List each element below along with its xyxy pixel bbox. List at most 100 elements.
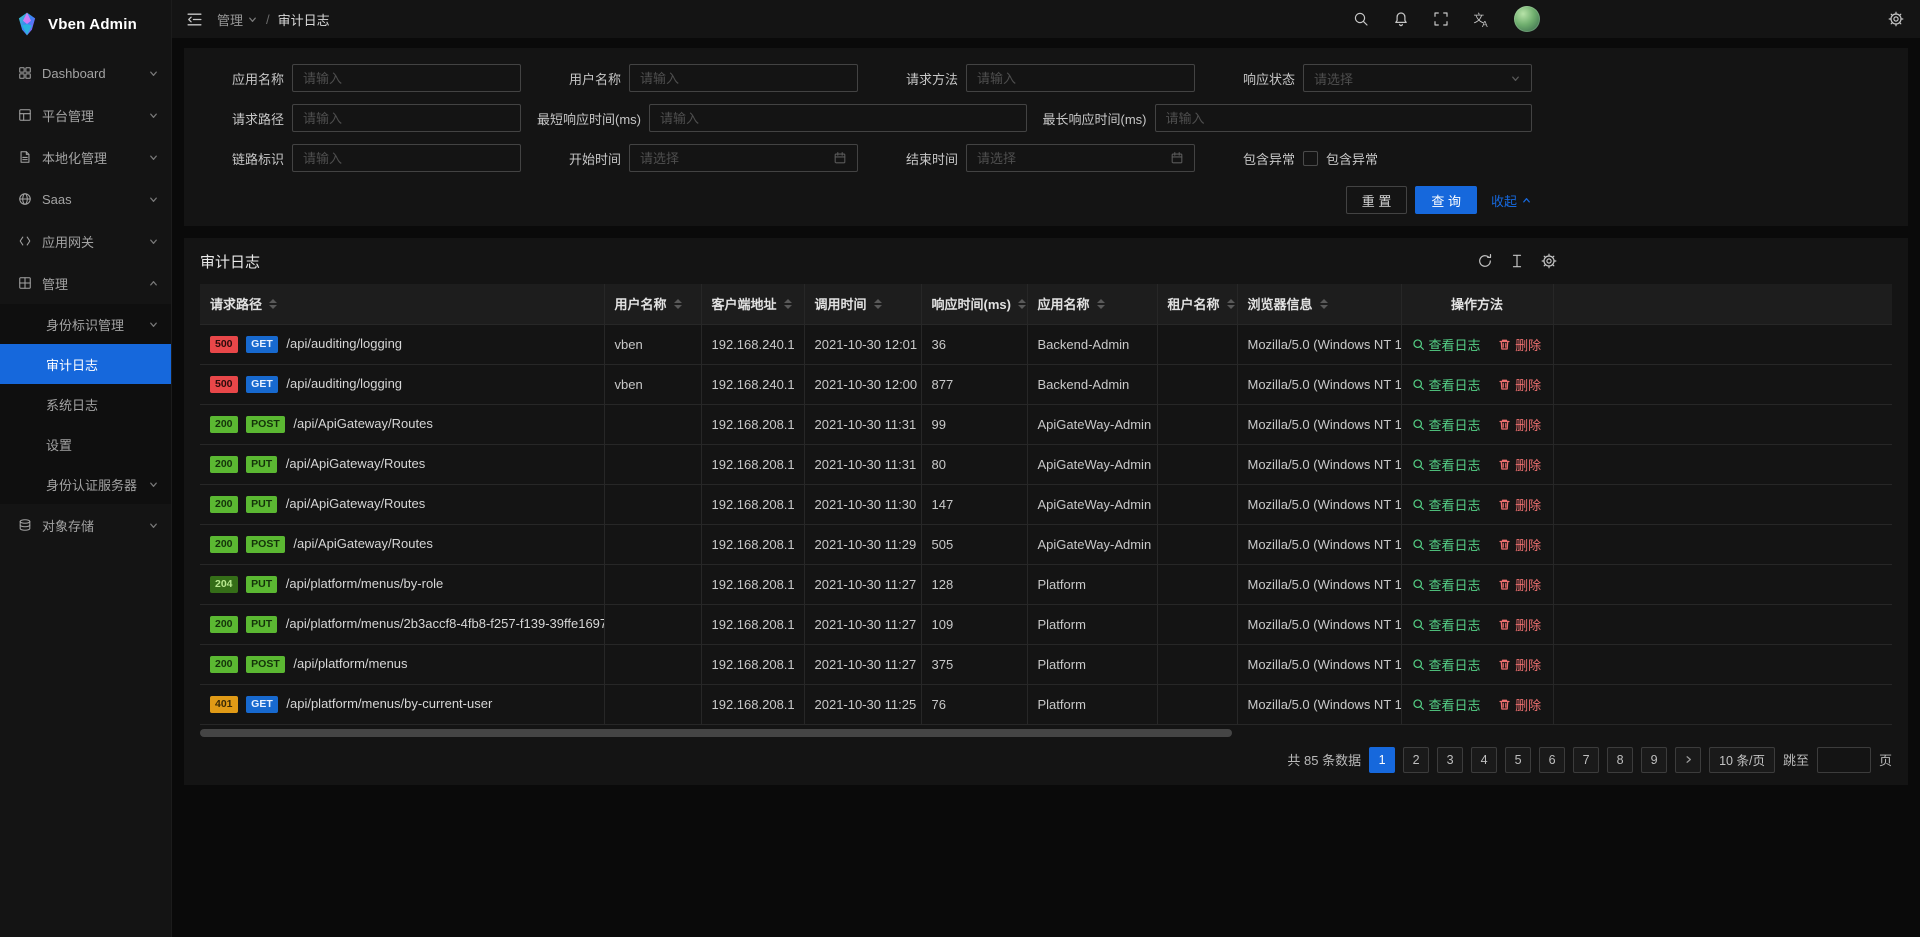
page-button-9[interactable]: 9 [1641, 747, 1667, 773]
view-log-button[interactable]: 查看日志 [1412, 655, 1481, 674]
view-log-button[interactable]: 查看日志 [1412, 575, 1481, 594]
sidebar-item-dashboard[interactable]: Dashboard [0, 52, 171, 94]
jump-input[interactable] [1817, 747, 1871, 773]
page-button-5[interactable]: 5 [1505, 747, 1531, 773]
table-row: 500 GET /api/auditing/loggingvben192.168… [200, 324, 1892, 364]
delete-button[interactable]: 删除 [1498, 415, 1541, 434]
bell-icon[interactable] [1393, 11, 1409, 27]
menu-fold-icon[interactable] [186, 11, 203, 28]
breadcrumb-parent[interactable]: 管理 [217, 10, 258, 29]
page-button-8[interactable]: 8 [1607, 747, 1633, 773]
sort-icon[interactable] [1097, 299, 1105, 309]
delete-button[interactable]: 删除 [1498, 655, 1541, 674]
page-button-6[interactable]: 6 [1539, 747, 1565, 773]
sort-icon[interactable] [1227, 299, 1235, 309]
search-button[interactable]: 查 询 [1415, 186, 1477, 214]
method-badge: PUT [246, 616, 277, 633]
sidebar-item-auth-server[interactable]: 身份认证服务器 [0, 464, 171, 504]
has-exception-checkbox[interactable] [1303, 151, 1318, 166]
view-log-button[interactable]: 查看日志 [1412, 495, 1481, 514]
delete-button[interactable]: 删除 [1498, 695, 1541, 714]
start-time-datepicker[interactable] [629, 144, 858, 172]
trace-id-input[interactable] [303, 151, 510, 166]
sort-icon[interactable] [674, 299, 682, 309]
delete-button[interactable]: 删除 [1498, 455, 1541, 474]
page-button-7[interactable]: 7 [1573, 747, 1599, 773]
sort-icon[interactable] [269, 299, 277, 309]
avatar[interactable] [1514, 6, 1540, 32]
delete-button[interactable]: 删除 [1498, 335, 1541, 354]
horizontal-scrollbar-thumb[interactable] [200, 729, 1232, 737]
column-header[interactable]: 应用名称 [1027, 284, 1157, 324]
column-header[interactable]: 请求路径 [200, 284, 604, 324]
fullscreen-icon[interactable] [1433, 11, 1449, 27]
page-button-2[interactable]: 2 [1403, 747, 1429, 773]
delete-button[interactable]: 删除 [1498, 495, 1541, 514]
request-path-input[interactable] [303, 111, 510, 126]
sidebar-item-audit-log[interactable]: 审计日志 [0, 344, 171, 384]
delete-button[interactable]: 删除 [1498, 575, 1541, 594]
max-response-time-field[interactable] [1155, 104, 1533, 132]
filler-cell [1553, 684, 1892, 724]
user-name-field[interactable] [629, 64, 858, 92]
delete-button[interactable]: 删除 [1498, 375, 1541, 394]
view-log-button[interactable]: 查看日志 [1412, 535, 1481, 554]
sidebar-item-platform[interactable]: 平台管理 [0, 94, 171, 136]
management-icon [18, 276, 32, 290]
reset-button[interactable]: 重 置 [1346, 186, 1408, 214]
settings-gear-icon[interactable] [1888, 11, 1904, 27]
column-header[interactable]: 浏览器信息 [1237, 284, 1401, 324]
column-header[interactable]: 用户名称 [604, 284, 701, 324]
sidebar-item-gateway[interactable]: 应用网关 [0, 220, 171, 262]
sort-icon[interactable] [1320, 299, 1328, 309]
delete-button[interactable]: 删除 [1498, 615, 1541, 634]
page-button-1[interactable]: 1 [1369, 747, 1395, 773]
sidebar-item-management[interactable]: 管理 [0, 262, 171, 304]
sort-icon[interactable] [784, 299, 792, 309]
max-response-time-input[interactable] [1166, 111, 1522, 126]
translate-icon[interactable]: 文A [1473, 11, 1490, 28]
page-size-select[interactable]: 10 条/页 [1709, 747, 1775, 773]
column-header[interactable]: 客户端地址 [701, 284, 804, 324]
next-page-button[interactable] [1675, 747, 1701, 773]
response-status-select[interactable]: 请选择 [1303, 64, 1532, 92]
sidebar-item-object-storage[interactable]: 对象存储 [0, 504, 171, 546]
request-method-input[interactable] [977, 71, 1184, 86]
logo[interactable]: Vben Admin [0, 0, 171, 48]
page-button-4[interactable]: 4 [1471, 747, 1497, 773]
sidebar-item-identity-management[interactable]: 身份标识管理 [0, 304, 171, 344]
min-response-time-field[interactable] [649, 104, 1027, 132]
min-response-time-input[interactable] [660, 111, 1016, 126]
trace-id-field[interactable] [292, 144, 521, 172]
column-header[interactable]: 调用时间 [804, 284, 921, 324]
end-time-datepicker[interactable] [966, 144, 1195, 172]
collapse-link[interactable]: 收起 [1491, 191, 1532, 210]
request-method-field[interactable] [966, 64, 1195, 92]
sidebar-item-localization[interactable]: 本地化管理 [0, 136, 171, 178]
column-height-icon[interactable] [1509, 253, 1525, 269]
table-settings-icon[interactable] [1541, 253, 1557, 269]
search-icon[interactable] [1353, 11, 1369, 27]
user-name-input[interactable] [640, 71, 847, 86]
view-log-button[interactable]: 查看日志 [1412, 375, 1481, 394]
sort-icon[interactable] [1018, 299, 1026, 309]
view-log-button[interactable]: 查看日志 [1412, 455, 1481, 474]
view-log-button[interactable]: 查看日志 [1412, 615, 1481, 634]
sidebar-item-saas[interactable]: Saas [0, 178, 171, 220]
sidebar-item-settings[interactable]: 设置 [0, 424, 171, 464]
start-time-input[interactable] [640, 151, 827, 166]
view-log-button[interactable]: 查看日志 [1412, 695, 1481, 714]
delete-button[interactable]: 删除 [1498, 535, 1541, 554]
refresh-icon[interactable] [1477, 253, 1493, 269]
page-button-3[interactable]: 3 [1437, 747, 1463, 773]
app-name-field[interactable] [292, 64, 521, 92]
sidebar-item-system-log[interactable]: 系统日志 [0, 384, 171, 424]
view-log-button[interactable]: 查看日志 [1412, 415, 1481, 434]
sort-icon[interactable] [874, 299, 882, 309]
column-header[interactable]: 租户名称 [1157, 284, 1237, 324]
column-header[interactable]: 响应时间(ms) [921, 284, 1027, 324]
end-time-input[interactable] [977, 151, 1164, 166]
view-log-button[interactable]: 查看日志 [1412, 335, 1481, 354]
request-path-field[interactable] [292, 104, 521, 132]
app-name-input[interactable] [303, 71, 510, 86]
